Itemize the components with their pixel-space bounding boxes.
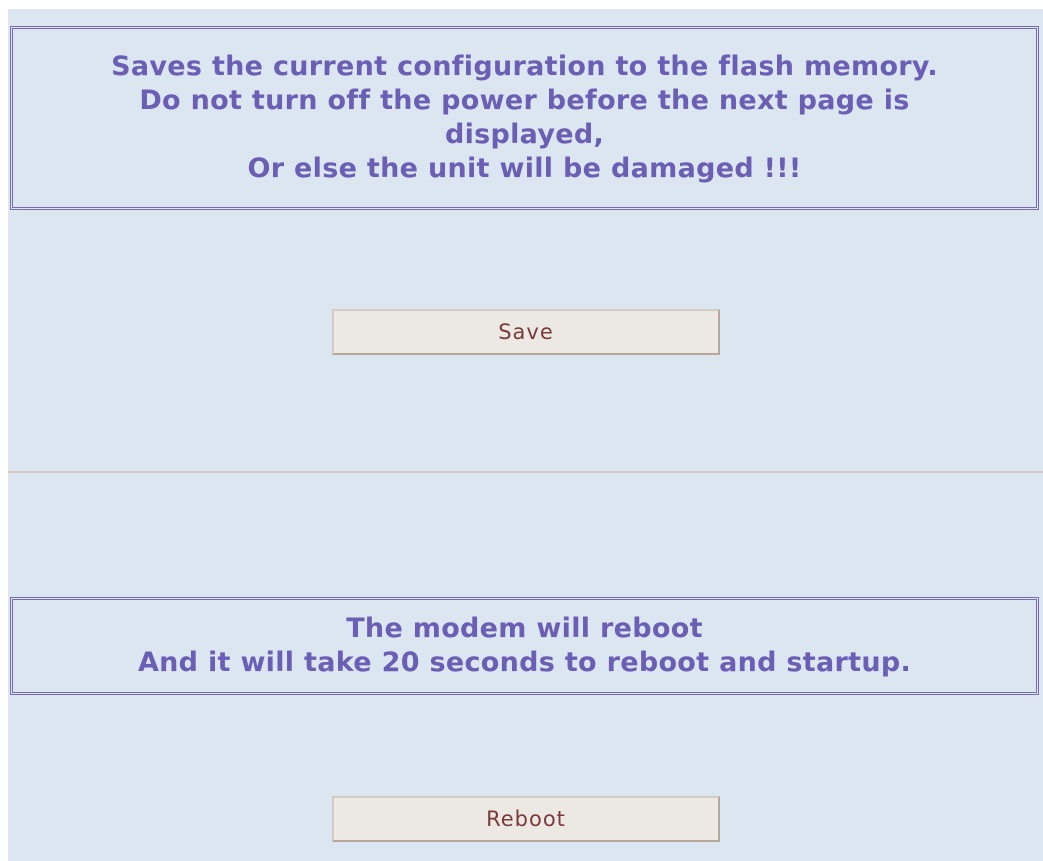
- save-reboot-page: Saves the current configuration to the f…: [8, 9, 1043, 861]
- section-divider: [8, 471, 1043, 473]
- save-warning-line-2: Do not turn off the power before the nex…: [139, 85, 910, 116]
- reboot-warning-notice: The modem will reboot And it will take 2…: [10, 597, 1039, 695]
- reboot-warning-line-1: The modem will reboot: [346, 613, 703, 644]
- reboot-warning-line-2: And it will take 20 seconds to reboot an…: [137, 647, 912, 678]
- save-warning-line-1: Saves the current configuration to the f…: [111, 51, 938, 82]
- save-warning-line-3: displayed,: [444, 119, 605, 150]
- save-warning-notice: Saves the current configuration to the f…: [10, 26, 1039, 210]
- save-button[interactable]: Save: [332, 309, 720, 355]
- save-warning-line-4: Or else the unit will be damaged !!!: [247, 153, 802, 184]
- reboot-button[interactable]: Reboot: [332, 796, 720, 842]
